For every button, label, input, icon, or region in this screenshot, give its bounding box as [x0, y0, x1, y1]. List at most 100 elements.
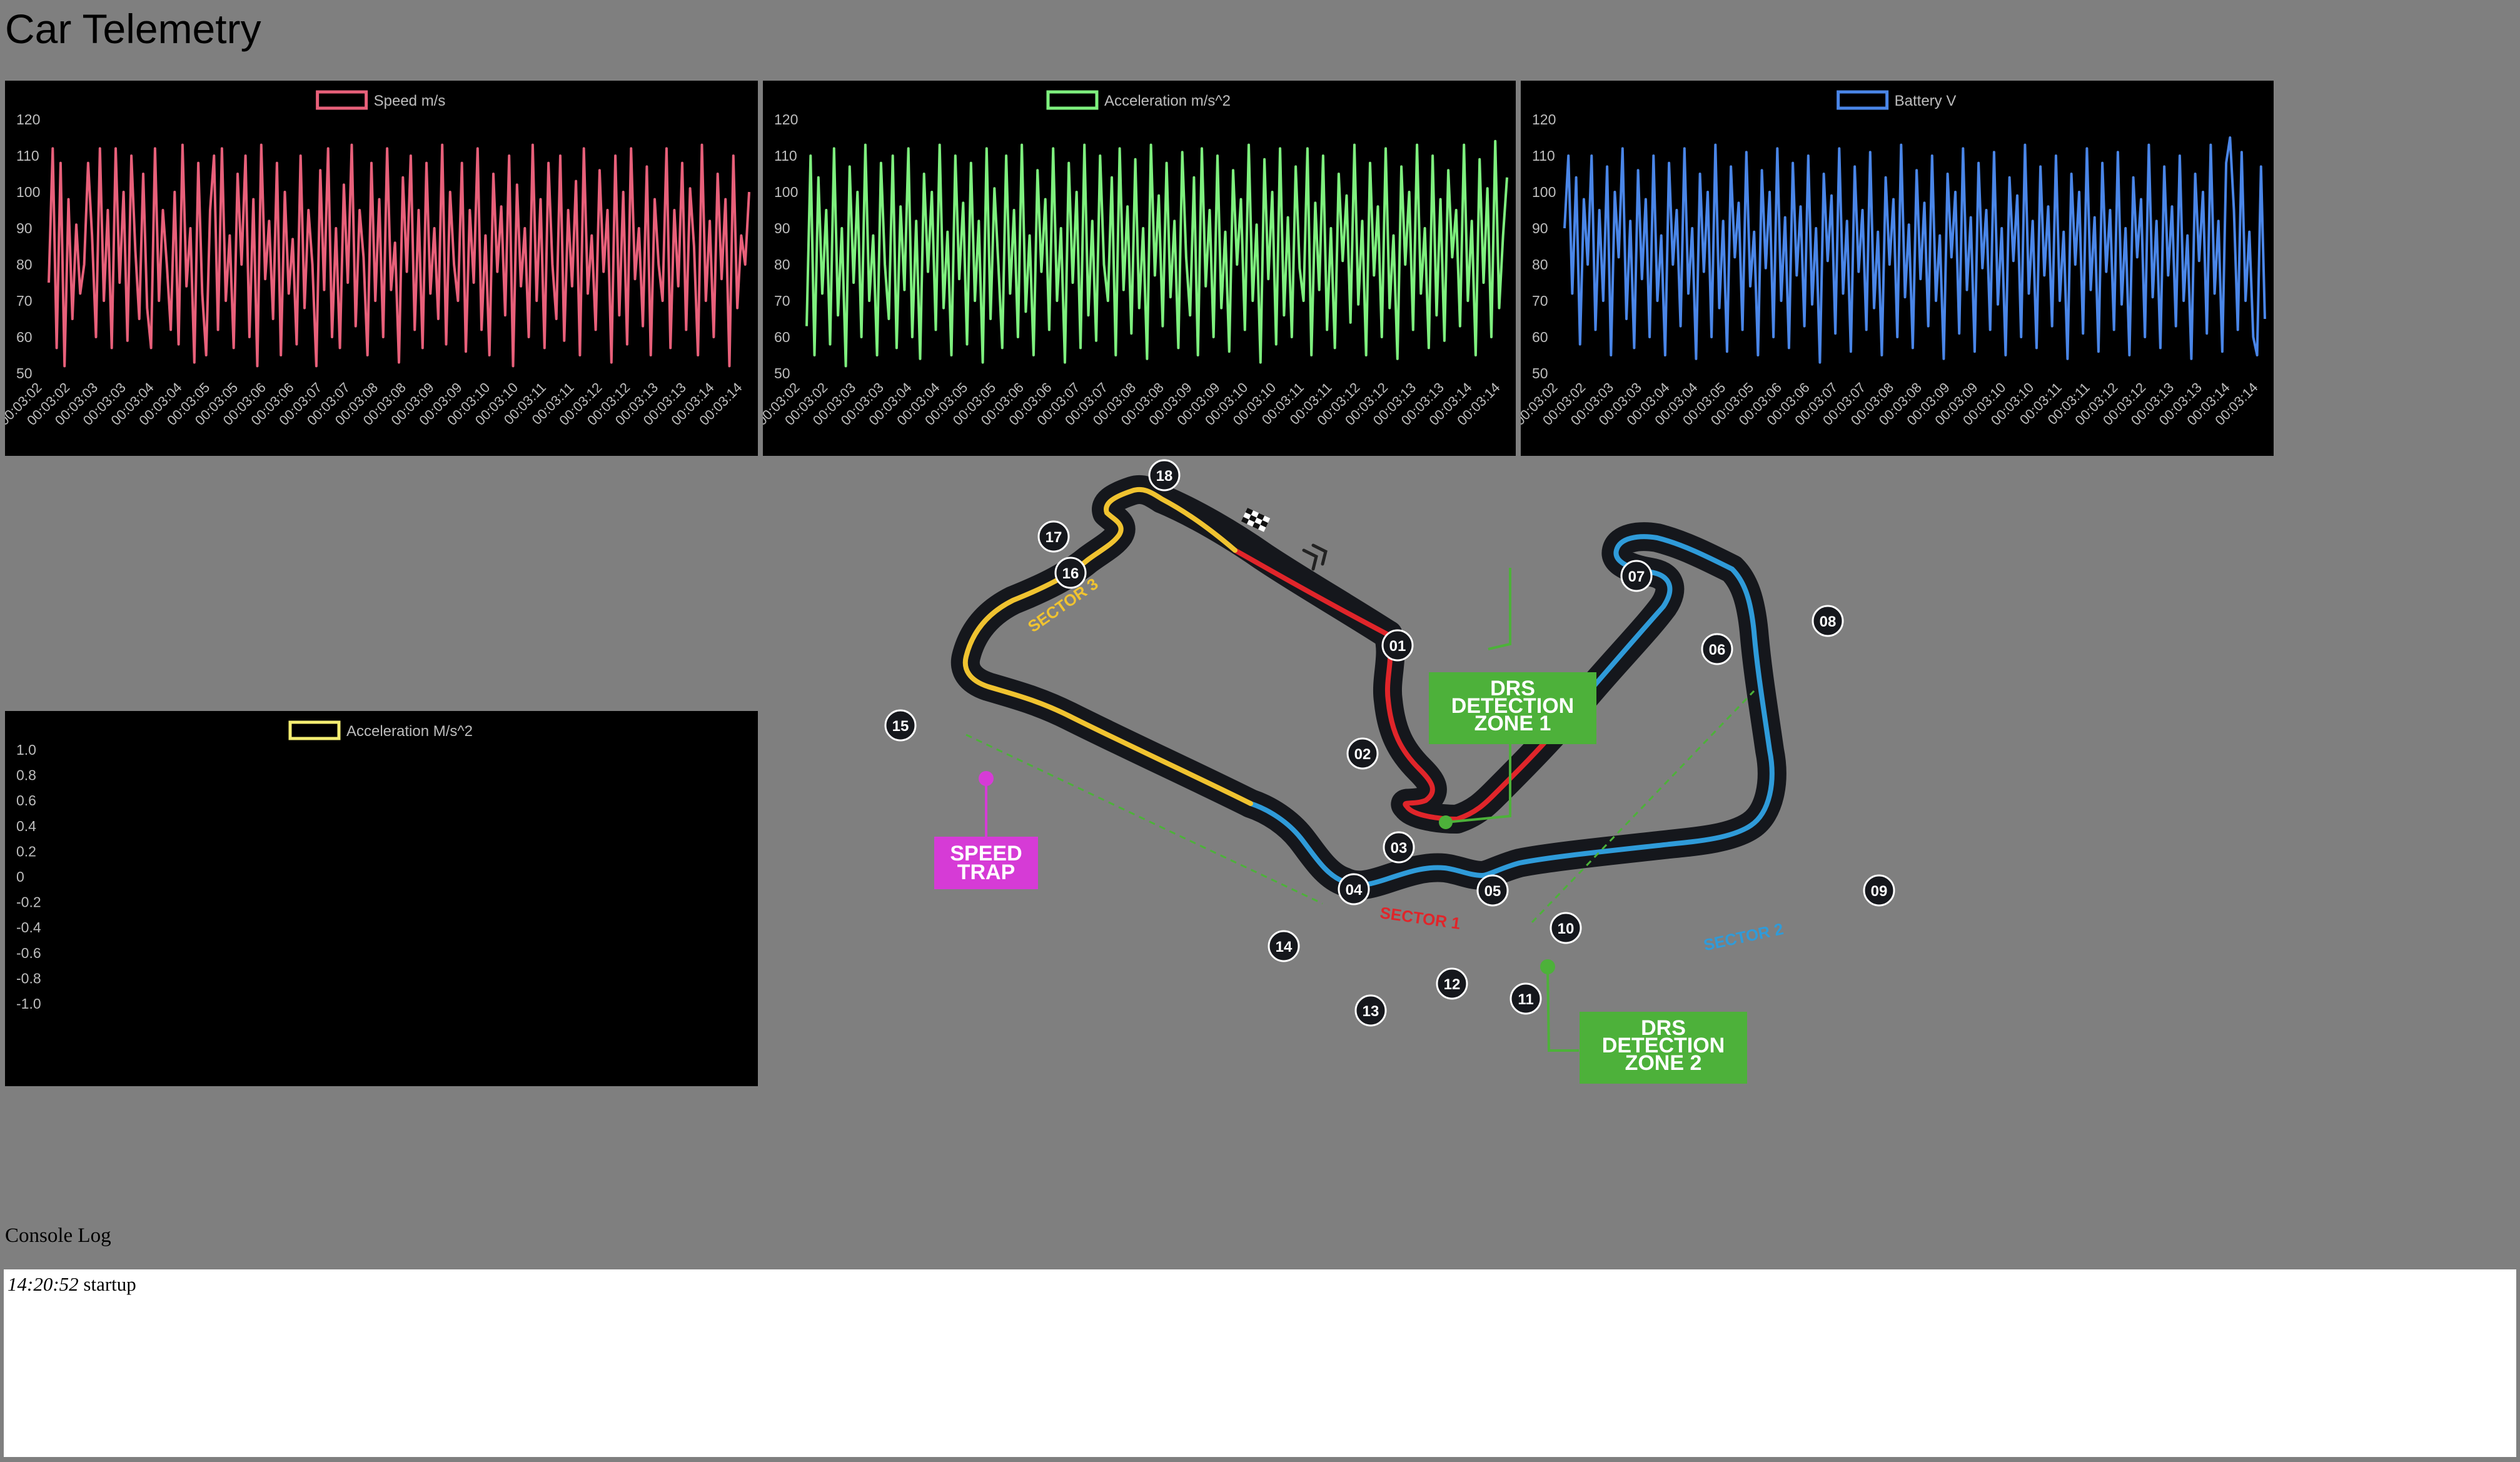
turn-badge: 07 [1620, 560, 1653, 592]
turn-number: 03 [1391, 840, 1408, 857]
series-line [48, 143, 750, 368]
turn-badge: 14 [1268, 930, 1300, 962]
turn-number: 15 [892, 718, 909, 735]
legend-label: Speed m/s [374, 93, 446, 109]
turn-badge: 06 [1701, 633, 1733, 665]
log-message: startup [83, 1273, 136, 1295]
track-outline [950, 475, 1787, 900]
speed-trap-callout: SPEED TRAP [934, 771, 1038, 889]
y-tick-label: -0.4 [16, 919, 41, 935]
y-tick-label: 80 [16, 256, 33, 273]
battery-chart-svg: Battery V120110100908070605000:03:0200:0… [1521, 90, 2266, 428]
turn-number: 11 [1518, 991, 1533, 1008]
page-title: Car Telemetry [5, 6, 261, 52]
console-log[interactable]: 14:20:52 startup [4, 1269, 2516, 1457]
y-tick-label: 0.8 [16, 767, 36, 784]
legend-swatch [288, 720, 341, 740]
turn-badge: 05 [1476, 874, 1509, 907]
turn-number: 07 [1628, 568, 1645, 585]
speed-chart-svg: Speed m/s120110100908070605000:03:0200:0… [5, 90, 750, 428]
y-tick-label: 80 [1532, 256, 1548, 273]
track-map: SECTOR 1 SECTOR 2 SECTOR 3 01020304 05060… [884, 459, 1895, 1084]
turn-number: 06 [1709, 642, 1726, 658]
turn-badge: 16 [1054, 557, 1087, 589]
y-tick-label: 0.6 [16, 792, 36, 809]
y-tick-label: 120 [1532, 111, 1556, 128]
y-tick-label: 110 [774, 148, 797, 164]
series-line [805, 139, 1508, 368]
turn-badge: 03 [1383, 831, 1415, 864]
log-entry: 14:20:52 startup [8, 1273, 2512, 1296]
svg-text:ZONE 1: ZONE 1 [1474, 712, 1551, 735]
turn-badge: 10 [1550, 912, 1582, 944]
y-tick-label: 60 [1532, 329, 1548, 345]
turn-badge: 09 [1863, 874, 1895, 907]
y-tick-label: -0.6 [16, 945, 41, 961]
turn-number: 18 [1156, 468, 1173, 485]
y-tick-label: 90 [1532, 220, 1548, 236]
y-tick-label: 0.2 [16, 843, 36, 859]
y-tick-label: 120 [774, 111, 798, 128]
turn-badge: 02 [1346, 737, 1379, 770]
acceleration-chart[interactable]: Acceleration m/s^2 120 110 100 90 80 70 60 50 00:… [763, 81, 1516, 456]
acceleration-m-chart[interactable]: Acceleration M/s^2 1.0 0.8 0.6 0.4 0.2 0 -0.2 -0… [5, 711, 758, 1086]
acceleration-chart-svg: Acceleration m/s^2120110100908070605000:… [763, 90, 1508, 428]
turn-badge: 11 [1509, 982, 1542, 1015]
y-tick-label: 70 [774, 293, 790, 309]
turn-number: 13 [1363, 1003, 1379, 1020]
turn-number: 14 [1276, 939, 1293, 955]
legend-label: Acceleration m/s^2 [1104, 93, 1231, 109]
turn-number: 12 [1444, 976, 1461, 993]
y-tick-label: 70 [16, 293, 33, 309]
y-tick-label: 120 [16, 111, 40, 128]
turn-number: 01 [1389, 638, 1406, 655]
y-tick-label: 50 [1532, 365, 1548, 381]
console-log-label: Console Log [5, 1224, 111, 1247]
turn-number: 10 [1558, 920, 1575, 937]
y-tick-label: 0 [16, 869, 24, 885]
series-line [1563, 136, 2266, 364]
y-tick-label: 1.0 [16, 742, 36, 758]
legend-swatch [1837, 90, 1889, 110]
battery-chart[interactable]: Battery V 120 110 100 90 80 70 60 50 00:03:02 00:0… [1521, 81, 2274, 456]
turn-number: 17 [1046, 529, 1062, 546]
drs-zone-2-callout: DRS DETECTION ZONE 2 [1540, 959, 1747, 1084]
legend-swatch [1046, 90, 1099, 110]
turn-number: 05 [1484, 883, 1501, 900]
speed-chart[interactable]: Speed m/s 120 110 100 90 80 70 60 50 00:03:02 00:0… [5, 81, 758, 456]
y-tick-label: 110 [16, 148, 39, 164]
y-tick-label: -0.2 [16, 894, 41, 910]
y-tick-label: -1.0 [16, 996, 41, 1012]
y-tick-label: 100 [1532, 184, 1556, 200]
log-timestamp: 14:20:52 [8, 1273, 79, 1295]
y-tick-label: 0.4 [16, 818, 36, 834]
y-tick-label: 70 [1532, 293, 1548, 309]
svg-text:ZONE 2: ZONE 2 [1625, 1051, 1702, 1075]
turn-badge: 15 [884, 709, 917, 742]
y-tick-label: 100 [774, 184, 798, 200]
y-tick-label: 50 [16, 365, 33, 381]
legend-label: Acceleration M/s^2 [346, 723, 473, 740]
turn-number: 04 [1346, 882, 1363, 899]
turn-number: 02 [1354, 746, 1371, 763]
turn-number: 08 [1820, 613, 1837, 630]
acceleration-m-chart-svg: Acceleration M/s^2 1.0 0.8 0.6 0.4 0.2 0 -0.2 -0… [16, 720, 473, 1012]
turn-badge: 17 [1037, 520, 1070, 553]
y-tick-label: 80 [774, 256, 790, 273]
turn-badge: 01 [1381, 629, 1414, 662]
y-tick-label: 90 [16, 220, 33, 236]
turn-badge: 08 [1812, 605, 1844, 637]
direction-chevrons-icon [1302, 543, 1328, 571]
sector-1-label: SECTOR 1 [1379, 903, 1461, 933]
y-tick-label: 110 [1532, 148, 1555, 164]
legend-swatch [316, 90, 368, 110]
turn-badge: 04 [1338, 873, 1370, 905]
sector-2-label: SECTOR 2 [1702, 919, 1785, 954]
y-tick-label: 60 [774, 329, 790, 345]
turn-number: 16 [1062, 565, 1079, 582]
turn-number: 09 [1871, 883, 1888, 900]
turn-badge: 12 [1436, 967, 1468, 1000]
y-tick-label: 100 [16, 184, 40, 200]
legend-label: Battery V [1895, 93, 1957, 109]
svg-text:TRAP: TRAP [957, 860, 1016, 884]
